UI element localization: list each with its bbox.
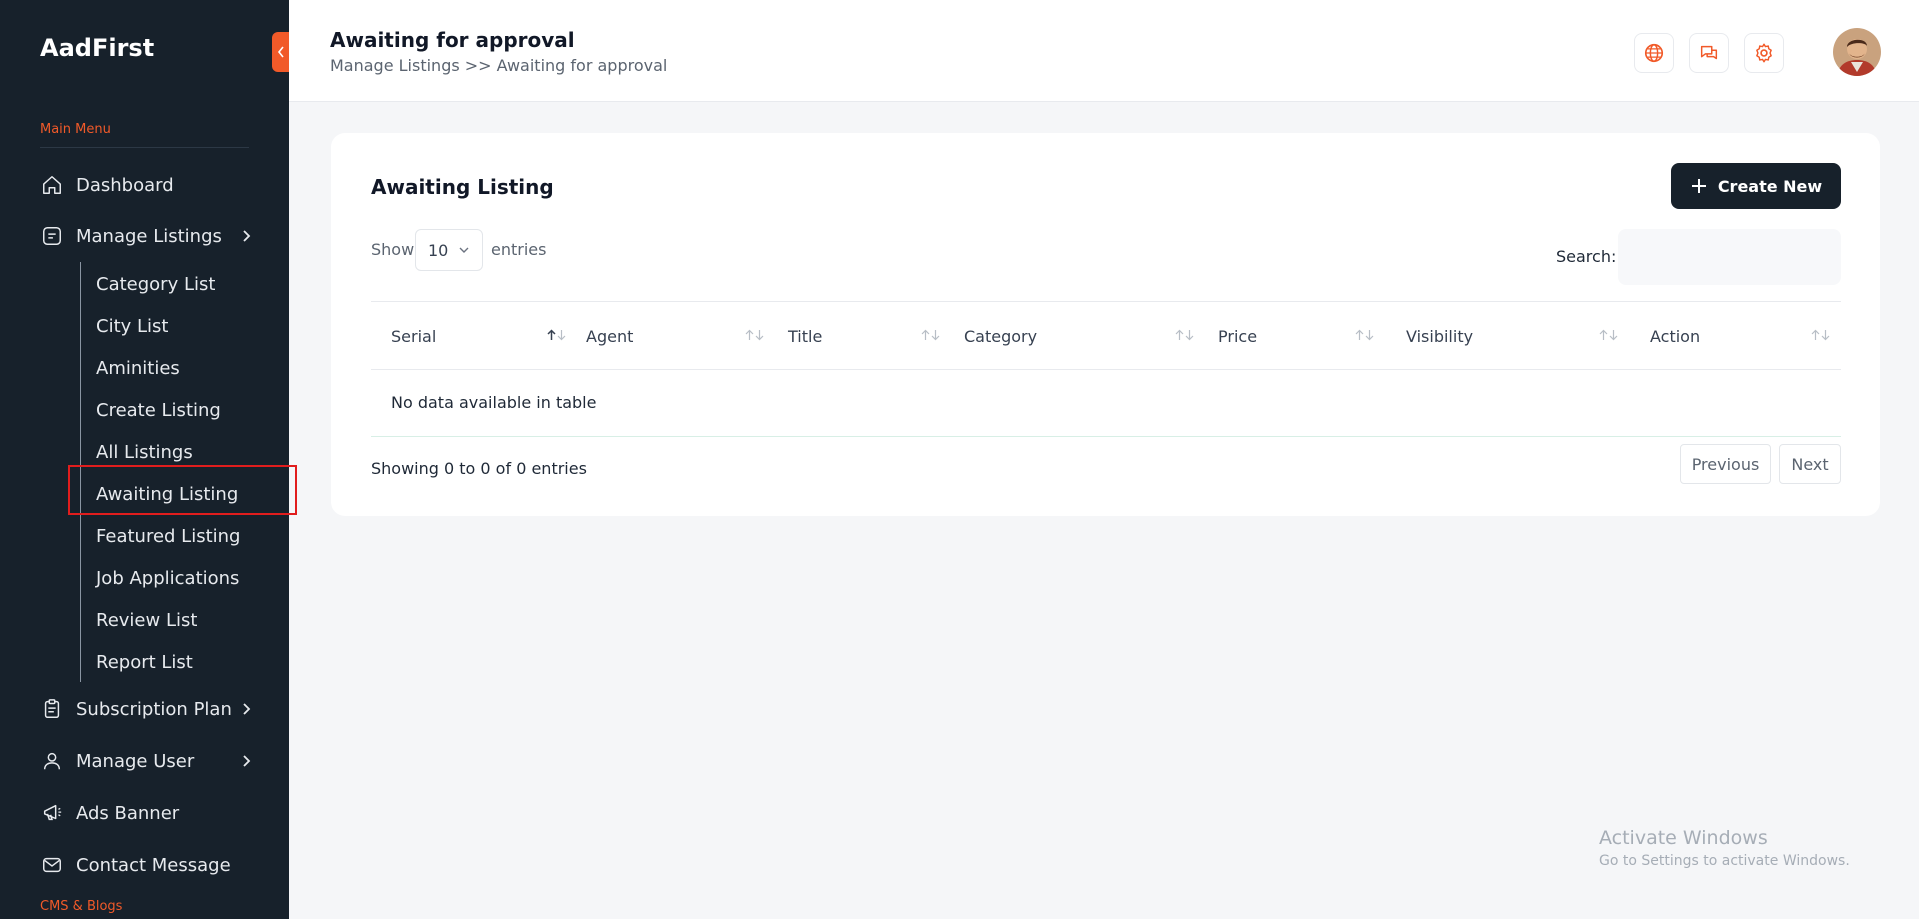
column-header-agent[interactable]: Agent	[586, 302, 633, 370]
user-icon	[40, 749, 64, 773]
page-title: Awaiting for approval	[330, 28, 575, 52]
sidebar-item-label: Dashboard	[76, 174, 174, 196]
awaiting-listing-card: Awaiting Listing Create New Show 10 entr…	[331, 133, 1880, 516]
sidebar-item-label: Subscription Plan	[76, 698, 232, 720]
column-header-serial[interactable]: Serial	[391, 302, 436, 370]
chevron-right-icon	[243, 755, 251, 767]
column-header-category[interactable]: Category	[964, 302, 1037, 370]
windows-activation-watermark: Activate Windows Go to Settings to activ…	[1599, 827, 1850, 869]
sort-icon[interactable]	[547, 329, 566, 341]
entries-value: 10	[428, 240, 449, 260]
sort-icon[interactable]	[745, 329, 764, 341]
sidebar-collapse-button[interactable]	[272, 32, 289, 72]
watermark-subtitle: Go to Settings to activate Windows.	[1599, 853, 1850, 869]
globe-icon	[1644, 43, 1664, 63]
gear-icon	[1756, 43, 1772, 63]
chevron-left-icon	[277, 46, 284, 58]
chevron-right-icon	[243, 703, 251, 715]
sidebar-subitem-report-list[interactable]: Report List	[96, 649, 193, 677]
create-new-button[interactable]: Create New	[1671, 163, 1841, 209]
sidebar-subitem-featured-listing[interactable]: Featured Listing	[96, 523, 240, 551]
table-info: Showing 0 to 0 of 0 entries	[371, 459, 587, 478]
mail-icon	[40, 853, 64, 877]
sort-icon[interactable]	[1811, 329, 1830, 341]
sidebar-item-contact-message[interactable]: Contact Message	[40, 848, 255, 882]
active-item-highlight	[68, 465, 297, 515]
sidebar-subitem-review-list[interactable]: Review List	[96, 607, 197, 635]
clipboard-icon	[40, 697, 64, 721]
sidebar-item-manage-listings[interactable]: Manage Listings	[40, 219, 255, 253]
language-button[interactable]	[1634, 33, 1674, 73]
card-title: Awaiting Listing	[371, 175, 554, 199]
messages-button[interactable]	[1689, 33, 1729, 73]
section-label-main: Main Menu	[40, 122, 111, 137]
entries-per-page-select[interactable]: 10	[415, 229, 483, 271]
create-new-label: Create New	[1717, 176, 1823, 196]
sidebar-item-subscription-plan[interactable]: Subscription Plan	[40, 692, 255, 726]
next-page-button[interactable]: Next	[1779, 444, 1841, 484]
sidebar-item-label: Contact Message	[76, 854, 231, 876]
table-header: Serial Agent Title Category Price Visibi…	[371, 302, 1841, 370]
search-input[interactable]	[1618, 229, 1841, 285]
avatar-image	[1833, 28, 1881, 76]
sidebar-subitem-aminities[interactable]: Aminities	[96, 355, 180, 383]
watermark-title: Activate Windows	[1599, 827, 1768, 849]
column-header-visibility[interactable]: Visibility	[1406, 302, 1473, 370]
megaphone-icon	[40, 801, 64, 825]
sort-icon[interactable]	[1355, 329, 1374, 341]
sort-icon[interactable]	[921, 329, 940, 341]
section-divider	[40, 147, 249, 148]
breadcrumb: Manage Listings >> Awaiting for approval	[330, 56, 668, 75]
column-header-action[interactable]: Action	[1650, 302, 1700, 370]
sidebar-item-label: Manage User	[76, 750, 195, 772]
chevron-down-icon	[459, 247, 469, 253]
sidebar-item-label: Ads Banner	[76, 802, 180, 824]
chevron-right-icon	[243, 230, 251, 242]
column-header-title[interactable]: Title	[788, 302, 822, 370]
sort-icon[interactable]	[1175, 329, 1194, 341]
section-label-cms: CMS & Blogs	[40, 899, 123, 914]
show-label: Show	[371, 240, 415, 259]
column-header-price[interactable]: Price	[1218, 302, 1257, 370]
sidebar-subitem-create-listing[interactable]: Create Listing	[96, 397, 221, 425]
sort-icon[interactable]	[1599, 329, 1618, 341]
sidebar-item-label: Manage Listings	[76, 225, 222, 247]
user-avatar[interactable]	[1833, 28, 1881, 76]
plus-icon	[1691, 179, 1706, 193]
sidebar-subitem-all-listings[interactable]: All Listings	[96, 439, 193, 467]
top-header: Awaiting for approval Manage Listings >>…	[289, 0, 1919, 102]
brand-logo[interactable]: AadFirst	[40, 34, 154, 62]
previous-page-button[interactable]: Previous	[1680, 444, 1771, 484]
sidebar-item-manage-user[interactable]: Manage User	[40, 744, 255, 778]
search-label: Search:	[1556, 247, 1617, 266]
entries-label: entries	[491, 240, 547, 259]
sidebar-subitem-category-list[interactable]: Category List	[96, 271, 215, 299]
chat-icon	[1700, 45, 1718, 60]
table-row: No data available in table	[371, 370, 1841, 437]
settings-button[interactable]	[1744, 33, 1784, 73]
list-icon	[40, 224, 64, 248]
home-icon	[40, 173, 64, 197]
sidebar-subitem-job-applications[interactable]: Job Applications	[96, 565, 239, 593]
sidebar-subitem-city-list[interactable]: City List	[96, 313, 168, 341]
sidebar-item-ads-banner[interactable]: Ads Banner	[40, 796, 255, 830]
sidebar-item-dashboard[interactable]: Dashboard	[40, 168, 255, 202]
empty-table-message: No data available in table	[391, 393, 597, 412]
sidebar: AadFirst Main Menu Dashboard Manage List…	[0, 0, 297, 919]
